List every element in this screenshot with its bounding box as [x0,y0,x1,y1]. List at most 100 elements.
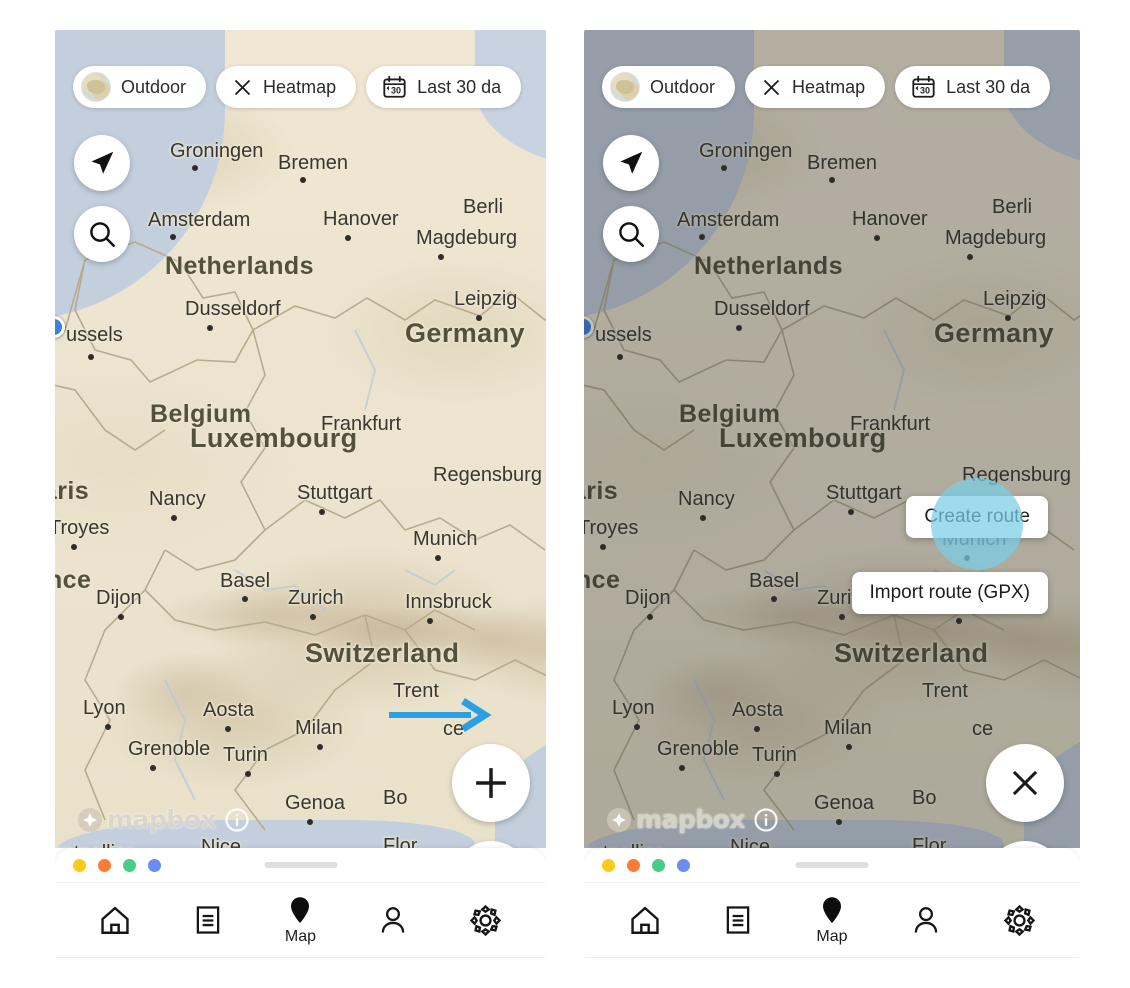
person-icon [381,907,405,933]
drag-handle[interactable] [264,862,337,868]
info-icon[interactable] [225,807,249,832]
map-city-dot [118,614,124,620]
map-city-dot [1005,315,1011,321]
add-route-button[interactable] [452,744,530,822]
locate-me-button[interactable] [603,135,659,191]
plus-icon [476,768,506,798]
nav-item-profile[interactable] [362,904,424,936]
map-city-dot [300,177,306,183]
chip-heatmap[interactable]: Heatmap [216,66,357,108]
map-city-dot [699,234,705,240]
map-city-dot [225,726,231,732]
nav-item-activities[interactable] [177,904,239,936]
nav-item-map[interactable]: Map [269,895,331,946]
map-city-dot [721,165,727,171]
map-city-dot [105,724,111,730]
chip-label: Outdoor [121,76,187,97]
home-icon [101,906,129,934]
mapbox-logo[interactable]: mapbox [77,805,217,834]
map-style-thumbnail-icon [81,72,111,102]
color-dot-3[interactable] [677,858,690,872]
nav-item-map[interactable]: Map [801,895,863,946]
map-attribution[interactable]: mapbox [77,805,249,834]
bottom-navigation-left: Map [55,883,546,958]
chip-map-style[interactable]: Outdoor [73,66,207,108]
gear-icon [1003,904,1035,936]
map-city-dot [836,819,842,825]
map-city-dot [600,544,606,550]
map-pin-icon [822,896,841,923]
color-dot-2[interactable] [123,858,136,872]
search-button[interactable] [74,206,130,262]
nav-item-home[interactable] [84,903,146,937]
map-city-dot [964,555,970,561]
map-attribution[interactable]: mapbox [606,805,778,834]
list-document-icon [196,906,220,934]
color-dot-0[interactable] [602,858,615,872]
map-canvas[interactable]: Netherlands Belgium Germany Luxembourg Switz… [584,30,1080,848]
chip-label: Last 30 da [417,76,502,97]
chip-date-range[interactable]: 30 Last 30 da [366,66,522,108]
color-dot-2[interactable] [652,858,665,872]
phone-panel-after: Netherlands Belgium Germany Luxembourg Switz… [584,30,1080,958]
person-icon [914,907,937,933]
chip-label: Outdoor [650,76,716,97]
map-city-dot [171,515,177,521]
chip-date-range[interactable]: 30 Last 30 da [895,66,1051,108]
color-dot-1[interactable] [98,858,111,872]
locate-me-button[interactable] [74,135,130,191]
navigation-arrow-icon [91,151,114,174]
map-city-dot [829,177,835,183]
sheet-handle-row[interactable] [55,848,546,883]
mapbox-wordmark: mapbox [636,805,746,834]
map-city-dot [634,724,640,730]
map-city-dot [427,618,433,624]
search-button[interactable] [603,206,659,262]
nav-item-settings[interactable] [988,904,1050,937]
svg-text:30: 30 [391,85,401,95]
nav-item-profile[interactable] [895,904,957,936]
map-city-dot [700,515,706,521]
calendar-30-icon[interactable]: 30 [382,75,407,100]
map-city-dot [345,235,351,241]
bottom-sheet-left: Map [55,848,546,958]
bottom-sheet-right: Map [584,848,1080,958]
close-menu-button[interactable] [986,744,1064,822]
color-dot-1[interactable] [627,858,640,872]
map-city-dot [848,509,854,515]
map-city-dot [617,354,623,360]
nav-item-home[interactable] [614,903,676,937]
menu-item-create-route[interactable]: Create route [906,496,1048,538]
map-city-dot [207,325,213,331]
nav-item-map-label: Map [284,927,317,945]
map-city-dot [771,596,777,602]
color-dot-3[interactable] [148,858,161,872]
map-city-dot [438,254,444,260]
mapbox-mark-icon [607,807,631,832]
close-x-icon[interactable] [761,77,782,98]
nav-item-activities[interactable] [707,904,769,936]
map-style-thumbnail-icon [610,72,640,102]
nav-item-settings[interactable] [455,904,517,937]
drag-handle[interactable] [795,862,869,868]
map-viewport-right[interactable]: Netherlands Belgium Germany Luxembourg Switz… [584,30,1080,848]
map-city-dot [736,325,742,331]
info-icon[interactable] [754,807,778,832]
chip-heatmap[interactable]: Heatmap [745,66,886,108]
search-icon [619,222,644,247]
color-dot-0[interactable] [73,858,86,872]
map-city-dot [435,555,441,561]
map-city-dot [242,596,248,602]
map-borders [584,241,1080,831]
mapbox-logo[interactable]: mapbox [606,805,746,834]
sheet-handle-row[interactable] [584,848,1080,883]
close-x-icon[interactable] [232,77,253,98]
map-pin-icon [291,896,310,923]
home-icon [631,906,659,934]
menu-item-import-route[interactable]: Import route (GPX) [851,572,1048,614]
map-city-dot [874,235,880,241]
chip-map-style[interactable]: Outdoor [602,66,736,108]
map-city-dot [317,744,323,750]
map-city-dot [170,234,176,240]
calendar-30-icon[interactable]: 30 [911,75,936,100]
